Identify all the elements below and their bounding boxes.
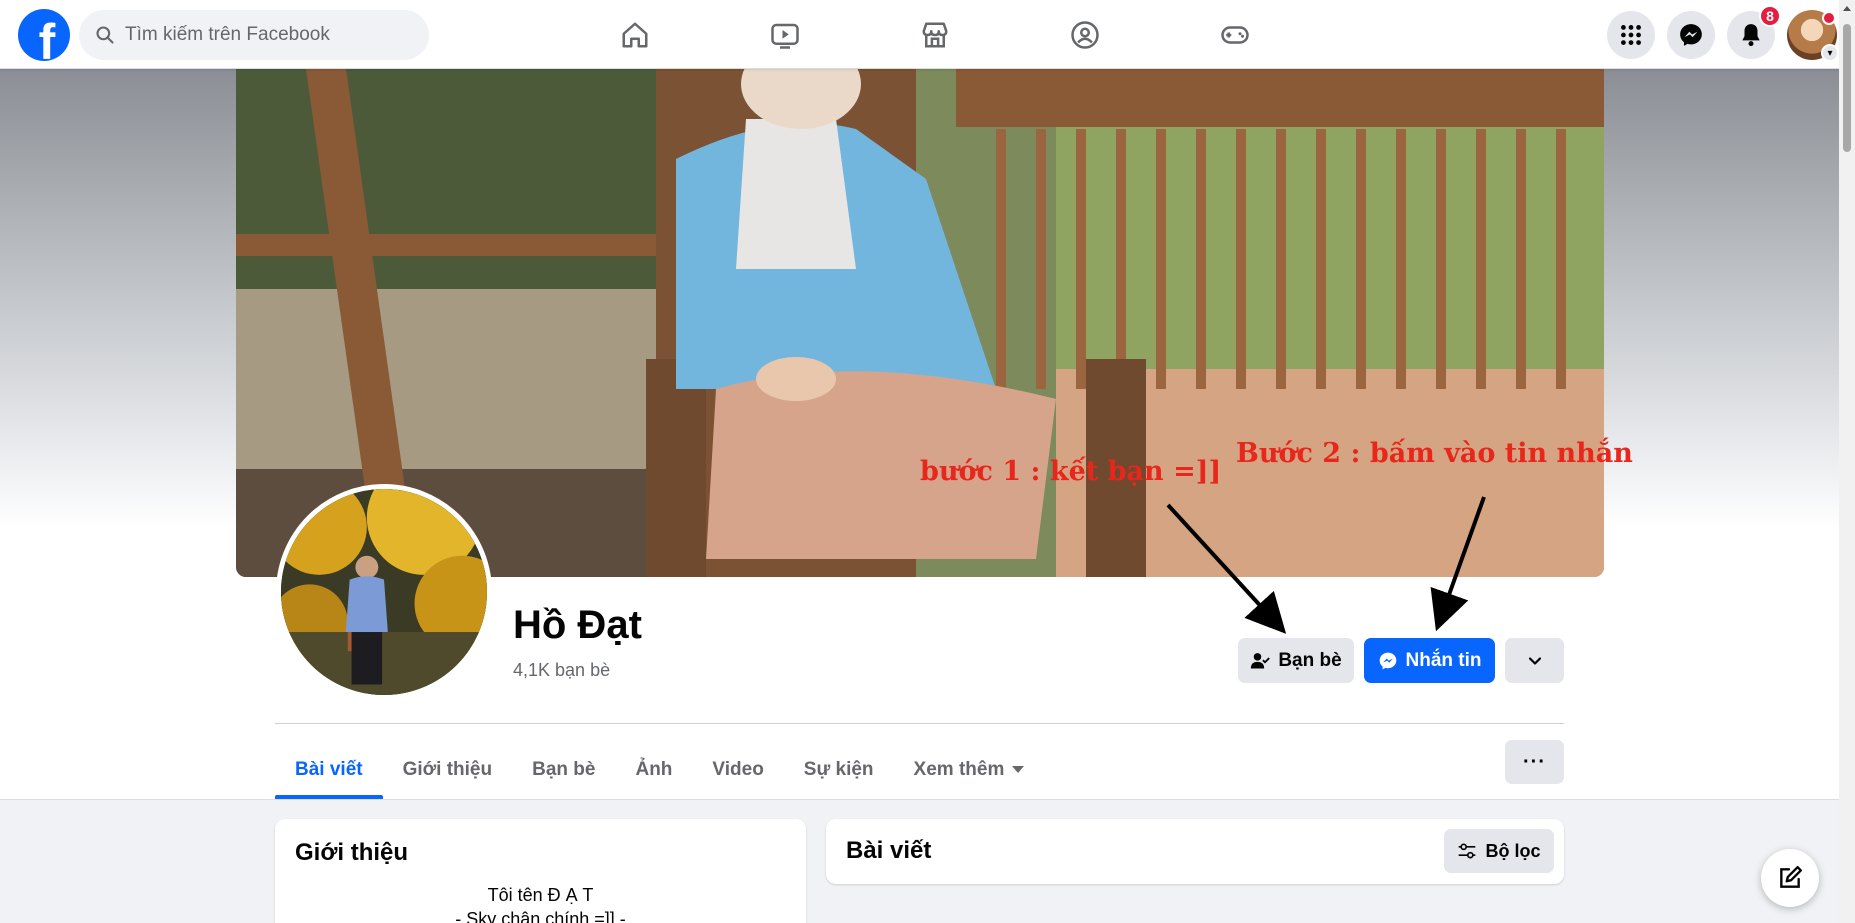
messenger-button[interactable]: [1667, 11, 1715, 59]
home-icon: [622, 22, 648, 47]
profile-picture-illustration: [281, 489, 487, 695]
tab-label: Bài viết: [295, 758, 363, 780]
more-dots-icon: ···: [1523, 750, 1546, 773]
friends-button[interactable]: Bạn bè: [1238, 638, 1354, 683]
bio-line: - Sky chân chính =]] -: [455, 909, 626, 923]
tab-friends[interactable]: Bạn bè: [512, 740, 615, 799]
profile-name: Hồ Đạt: [513, 603, 642, 647]
status-dot: [1822, 11, 1836, 25]
message-button-label: Nhắn tin: [1405, 649, 1482, 671]
intro-card: Giới thiệu: [275, 819, 806, 923]
scroll-thumb[interactable]: [1843, 24, 1851, 152]
tab-videos[interactable]: Video: [692, 740, 783, 799]
compose-icon: [1780, 865, 1803, 888]
nav-marketplace[interactable]: [860, 0, 1010, 69]
new-message-button[interactable]: [1761, 849, 1819, 907]
bio-line: Tôi tên Đ Ạ T: [487, 885, 594, 905]
bell-icon: [1742, 24, 1760, 47]
posts-title: Bài viết: [846, 837, 932, 864]
messenger-icon: [1379, 652, 1396, 669]
search-icon: [96, 26, 114, 44]
nav-video[interactable]: [710, 0, 860, 69]
more-options-button[interactable]: ···: [1505, 740, 1564, 784]
facebook-logo[interactable]: f: [18, 9, 70, 61]
friend-check-icon: [1251, 652, 1271, 668]
intro-title: Giới thiệu: [295, 839, 409, 866]
page-scrollbar[interactable]: [1839, 0, 1855, 923]
notification-badge: 8: [1759, 5, 1781, 27]
account-controls: 8 ▾: [1607, 5, 1839, 62]
tab-events[interactable]: Sự kiện: [784, 740, 894, 799]
tab-label: Giới thiệu: [402, 758, 493, 780]
profile-picture[interactable]: [276, 484, 492, 700]
messenger-icon: [1680, 24, 1702, 46]
nav-home[interactable]: [560, 0, 710, 69]
tab-more[interactable]: Xem thêm: [894, 740, 1045, 799]
profile-divider: [275, 723, 1564, 724]
annotation-step-2: Bước 2 : bấm vào tin nhắn: [1236, 438, 1633, 469]
tab-posts[interactable]: Bài viết: [275, 740, 383, 799]
menu-grid-icon: [1621, 25, 1641, 45]
filter-sliders-icon: [1459, 843, 1476, 859]
message-button[interactable]: Nhắn tin: [1364, 638, 1495, 683]
groups-icon: [1071, 20, 1099, 49]
menu-button[interactable]: [1607, 11, 1655, 59]
video-icon: [771, 23, 799, 49]
chevron-down-icon: ▾: [1821, 44, 1839, 62]
search-box[interactable]: [79, 10, 429, 60]
account-avatar[interactable]: ▾: [1787, 10, 1839, 62]
posts-card: Bài viết Bộ lọc: [826, 819, 1564, 884]
filter-button-label: Bộ lọc: [1485, 840, 1541, 861]
tab-label: Video: [712, 758, 764, 780]
tab-photos[interactable]: Ảnh: [615, 740, 692, 799]
tab-label: Ảnh: [635, 758, 673, 780]
caret-down-icon: [1012, 766, 1025, 773]
friends-count[interactable]: 4,1K bạn bè: [513, 660, 610, 681]
gaming-icon: [1221, 25, 1249, 44]
marketplace-icon: [922, 22, 948, 47]
tab-label: Bạn bè: [532, 758, 596, 780]
profile-more-dropdown[interactable]: [1505, 638, 1564, 683]
profile-tabs: Bài viết Giới thiệu Bạn bè Ảnh Video Sự …: [275, 740, 1044, 799]
main-nav: [560, 0, 1310, 69]
search-input[interactable]: [125, 24, 405, 46]
friends-button-label: Bạn bè: [1278, 649, 1342, 671]
top-navigation-bar: f 8 ▾: [0, 0, 1855, 69]
tab-about[interactable]: Giới thiệu: [383, 740, 513, 799]
tab-label: Xem thêm: [913, 758, 1005, 780]
scroll-up-icon[interactable]: [1843, 6, 1851, 11]
filter-button[interactable]: Bộ lọc: [1444, 829, 1554, 873]
tab-label: Sự kiện: [803, 758, 874, 780]
annotation-step-1: bước 1 : kết bạn =]]: [920, 456, 1222, 487]
notifications-button[interactable]: 8: [1727, 5, 1781, 59]
chevron-down-icon: [1528, 656, 1541, 665]
nav-gaming[interactable]: [1160, 0, 1310, 69]
nav-groups[interactable]: [1010, 0, 1160, 69]
